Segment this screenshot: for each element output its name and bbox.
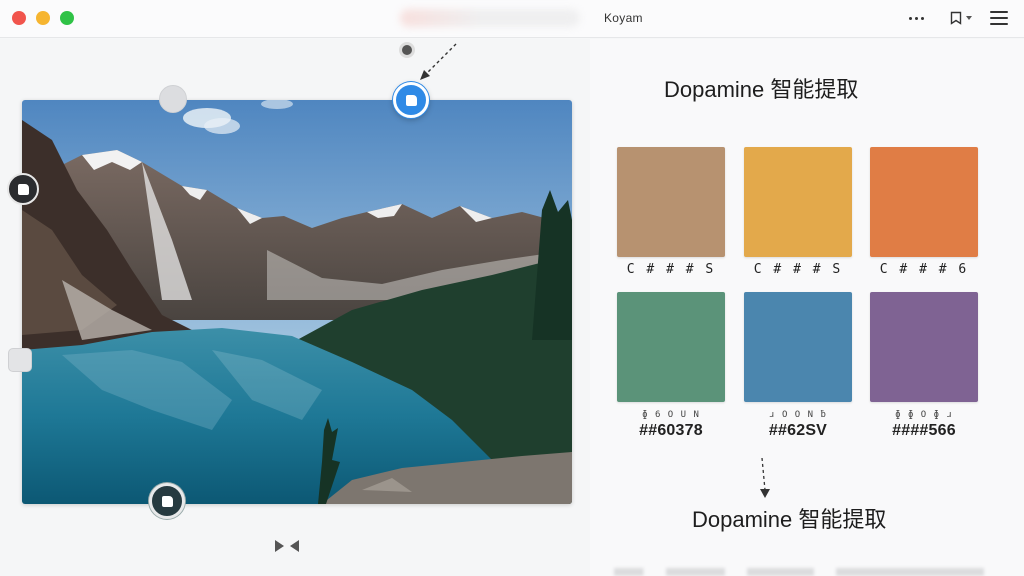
color-swatch-4[interactable]	[617, 292, 725, 402]
crop-handle-bottom[interactable]	[149, 483, 185, 519]
color-swatch-6[interactable]	[870, 292, 978, 402]
minimize-window-button[interactable]	[36, 11, 50, 25]
color-code: ##60378	[639, 422, 703, 439]
color-code-sub: ɸ 6 O U N	[642, 410, 700, 420]
more-dot-icon	[908, 16, 912, 20]
maximize-window-button[interactable]	[60, 11, 74, 25]
more-dot-icon	[920, 16, 924, 20]
more-options-button[interactable]	[904, 8, 928, 28]
crop-handle-top[interactable]	[159, 85, 187, 113]
play-back-icon[interactable]	[290, 540, 299, 552]
color-code-sub: ɹ O O N ƀ	[769, 410, 827, 420]
color-code: C # # # 6	[879, 262, 969, 277]
color-code: ####566	[892, 422, 956, 439]
chevron-down-icon	[966, 16, 972, 20]
panel-title: Dopamine 智能提取	[664, 77, 859, 102]
menu-line-icon	[990, 17, 1008, 19]
pin-handle[interactable]	[399, 42, 415, 58]
menu-line-icon	[990, 23, 1008, 25]
color-code: ##62SV	[768, 422, 828, 439]
color-swatch-1[interactable]	[617, 147, 725, 257]
color-code: C # # # S	[753, 262, 843, 277]
eyedropper-icon	[405, 94, 417, 106]
color-swatch-2[interactable]	[744, 147, 852, 257]
hamburger-menu-button[interactable]	[990, 10, 1008, 26]
color-swatch-5[interactable]	[744, 292, 852, 402]
landscape-image	[22, 100, 572, 504]
resize-handle-left[interactable]	[8, 348, 32, 372]
app-title: Koyam	[604, 11, 643, 25]
crop-handle-left[interactable]	[7, 173, 39, 205]
more-dot-icon	[914, 16, 918, 20]
landscape-photo[interactable]	[22, 100, 572, 504]
comment-icon	[161, 495, 173, 507]
bookmark-icon	[950, 11, 962, 25]
bookmark-menu-button[interactable]	[946, 8, 976, 28]
dashed-arrow-icon	[420, 43, 457, 80]
panel-title-bottom: Dopamine 智能提取	[692, 507, 887, 532]
square-icon	[17, 183, 29, 195]
color-swatch-3[interactable]	[870, 147, 978, 257]
color-code: C # # # S	[626, 262, 716, 277]
color-code-sub: ɸ ɸ O ɸ ɹ	[895, 410, 953, 420]
playback-controls[interactable]	[264, 533, 310, 559]
app-window: Koyam Dopamine 智能提取 C # # # S C # # # S …	[0, 0, 1024, 576]
play-forward-icon[interactable]	[275, 540, 284, 552]
color-picker-handle[interactable]	[393, 82, 429, 118]
blurred-footer-text	[614, 568, 984, 576]
title-bar: Koyam	[0, 0, 1024, 38]
close-window-button[interactable]	[12, 11, 26, 25]
blurred-title-area	[400, 9, 580, 27]
menu-line-icon	[990, 11, 1008, 13]
dashed-arrow-down-icon	[760, 458, 770, 498]
